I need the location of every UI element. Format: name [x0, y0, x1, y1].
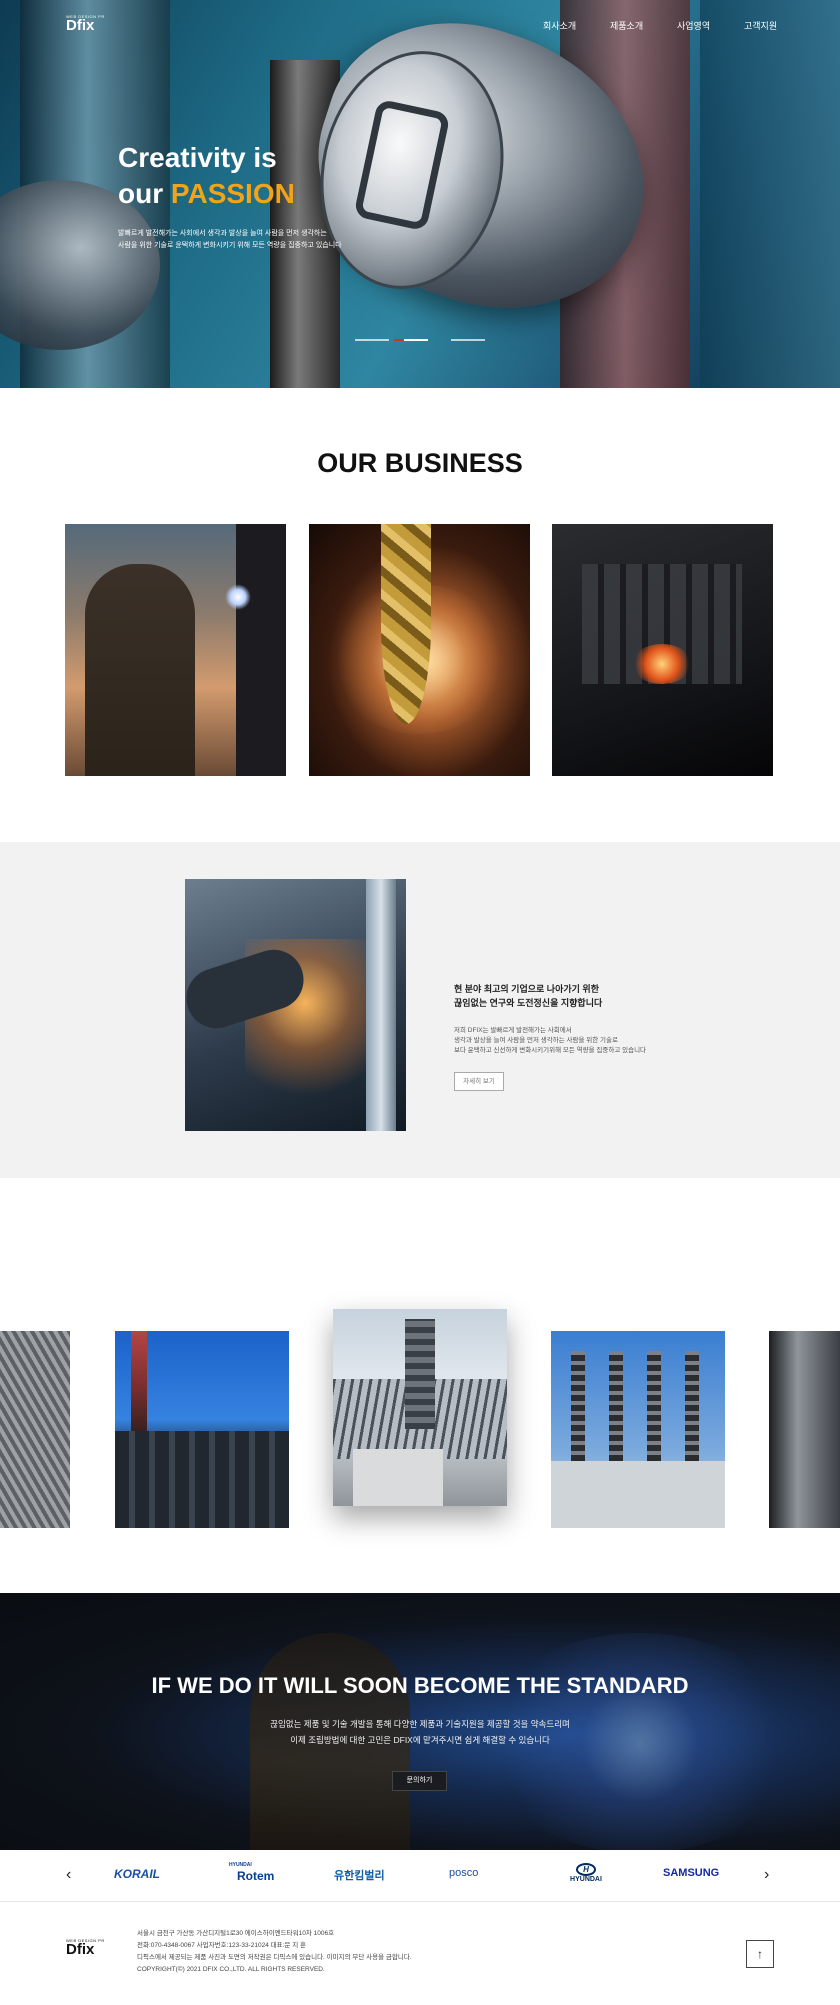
insulator-2	[609, 1351, 623, 1471]
inquiry-button[interactable]: 문의하기	[392, 1771, 447, 1791]
cta-banner: IF WE DO IT WILL SOON BECOME THE STANDAR…	[0, 1593, 840, 1850]
about-text-line2: 생각과 발상을 늘여 사람을 먼저 생각하는 사람을 위한 기술로	[454, 1037, 618, 1044]
partner-logos: ‹ KORAIL HYUNDAI Rotem 유한킴벌리 posco H HYU…	[0, 1850, 840, 1902]
footer-copyright: COPYRIGHT(©) 2021 DFIX CO.,LTD. ALL RIGH…	[137, 1966, 325, 1973]
about-heading-line1: 현 분야 최고의 기업으로 나아가기 위한	[454, 984, 599, 994]
hyundai-wordmark: HYUNDAI	[570, 1876, 602, 1883]
insulator-4	[685, 1351, 699, 1471]
welder-figure	[85, 564, 195, 776]
about-heading: 현 분야 최고의 기업으로 나아가기 위한 끊임없는 연구와 도전정신을 지향합…	[454, 982, 602, 1010]
footer: WEB DESIGN PR Dfix 서울시 금천구 가산동 가산디지털1로30…	[0, 1903, 840, 2005]
slide-indicator-3[interactable]	[451, 339, 485, 341]
footer-address: 서울시 금천구 가산동 가산디지털1로30 에이스하이엔드타워10차 1006호	[137, 1930, 335, 1937]
carousel-item-pipes[interactable]	[0, 1331, 70, 1528]
menu-support[interactable]: 고객지원	[744, 19, 777, 32]
business-image-foundry[interactable]	[552, 524, 773, 776]
hero-description: 발빠르게 발전해가는 사회에서 생각과 발상을 늘여 사람을 먼저 생각하는 사…	[118, 228, 378, 252]
insulator-3	[647, 1351, 661, 1471]
about-image-grinding	[185, 879, 406, 1131]
site-logo[interactable]: WEB DESIGN PR Dfix	[66, 14, 105, 33]
menu-products[interactable]: 제품소개	[610, 19, 643, 32]
about-text: 저희 DFIX는 발빠르게 발전해가는 사회에서 생각과 발상을 늘여 사람을 …	[454, 1026, 646, 1056]
hero-title-line2: our PASSION	[118, 176, 295, 212]
welder-torch-light	[225, 584, 251, 610]
welder-bg-structure	[236, 524, 286, 776]
cta-title: IF WE DO IT WILL SOON BECOME THE STANDAR…	[151, 1673, 689, 1698]
top-nav: WEB DESIGN PR Dfix 회사소개 제품소개 사업영역 고객지원	[0, 0, 840, 50]
logo-mark: Dfix	[66, 17, 95, 34]
menu-business[interactable]: 사업영역	[677, 19, 710, 32]
scroll-top-button[interactable]: ↑	[746, 1940, 774, 1968]
insulator-1	[571, 1351, 585, 1471]
cta-text-line2: 이제 조립방법에 대한 고민은 DFIX에 맡겨주시면 쉽게 해결할 수 있습니…	[290, 1735, 550, 1745]
carousel-item-building[interactable]	[333, 1309, 507, 1506]
cta-text: 끊임없는 제품 및 기술 개발을 통해 다양한 제품과 기술지원을 제공할 것을…	[0, 1716, 840, 1748]
slide-indicator-1[interactable]	[355, 339, 389, 341]
foundry-glow	[632, 644, 692, 684]
carousel-item-refinery[interactable]	[115, 1331, 289, 1528]
hero-description-line2: 사람을 위한 기술로 윤택하게 변화시키기 위해 모든 역량을 집중하고 있습니…	[118, 242, 342, 249]
page: WEB DESIGN PR Dfix 회사소개 제품소개 사업영역 고객지원 C…	[0, 0, 840, 2005]
drill-bit	[381, 524, 431, 724]
hero-bg-column-right	[700, 0, 840, 388]
business-image-welder[interactable]	[65, 524, 286, 776]
cta-text-line1: 끊임없는 제품 및 기술 개발을 통해 다양한 제품과 기술지원을 제공할 것을…	[270, 1719, 570, 1729]
hero-title: Creativity is our PASSION	[118, 140, 295, 212]
building-walkway	[353, 1449, 443, 1506]
slide-indicator-marker	[394, 339, 404, 341]
more-button[interactable]: 자세히 보기	[454, 1072, 504, 1091]
hero-title-accent: PASSION	[170, 178, 295, 209]
menu-company[interactable]: 회사소개	[543, 19, 576, 32]
partner-rotem-logo: Rotem	[237, 1869, 275, 1883]
about-text-line3: 보다 윤택하고 신선하게 변화시키기위해 모든 역량을 집중하고 있습니다	[454, 1047, 647, 1054]
hero-banner: WEB DESIGN PR Dfix 회사소개 제품소개 사업영역 고객지원 C…	[0, 0, 840, 388]
substation-base	[551, 1461, 725, 1528]
about-heading-line2: 끊임없는 연구와 도전정신을 지향합니다	[454, 998, 603, 1008]
business-image-drill[interactable]	[309, 524, 530, 776]
partner-korail-logo: KORAIL	[114, 1867, 160, 1881]
footer-info: 서울시 금천구 가산동 가산디지털1로30 에이스하이엔드타워10차 1006호…	[137, 1928, 412, 1976]
partner-hyundai-logo: H HYUNDAI	[566, 1863, 606, 1883]
business-title: OUR BUSINESS	[317, 448, 523, 478]
footer-notice: 디픽스에서 제공되는 제품 사진과 도면의 저작권은 디픽스에 있습니다. 이미…	[137, 1954, 412, 1961]
partner-samsung-logo: SAMSUNG	[663, 1867, 720, 1879]
partner-rotem-brand: HYUNDAI	[229, 1862, 252, 1868]
refinery-plant	[115, 1431, 289, 1528]
about-section: 현 분야 최고의 기업으로 나아가기 위한 끊임없는 연구와 도전정신을 지향합…	[0, 842, 840, 1178]
slide-indicators	[355, 339, 485, 341]
carousel-item-substation[interactable]	[551, 1331, 725, 1528]
hero-description-line1: 발빠르게 발전해가는 사회에서 생각과 발상을 늘여 사람을 먼저 생각하는	[118, 230, 327, 237]
refinery-stack	[131, 1331, 147, 1441]
about-text-line1: 저희 DFIX는 발빠르게 발전해가는 사회에서	[454, 1027, 572, 1034]
grinding-column	[366, 879, 396, 1131]
carousel-item-vehicle[interactable]	[769, 1331, 840, 1528]
hero-title-line1: Creativity is	[118, 142, 277, 173]
partner-prev-icon[interactable]: ‹	[66, 1866, 71, 1884]
partner-next-icon[interactable]: ›	[764, 1866, 769, 1884]
footer-logo-mark: Dfix	[66, 1941, 95, 1958]
hyundai-mark-icon: H	[576, 1863, 596, 1876]
hero-title-prefix: our	[118, 178, 171, 209]
building-tower	[405, 1319, 435, 1429]
footer-logo[interactable]: WEB DESIGN PR Dfix	[66, 1938, 105, 1957]
partner-yuhan-logo: 유한킴벌리	[334, 1870, 385, 1882]
footer-contact: 전화:070-4348-0067 사업자번호:123-33-21024 대표:문…	[137, 1942, 306, 1949]
partner-posco-logo: posco	[449, 1867, 479, 1879]
